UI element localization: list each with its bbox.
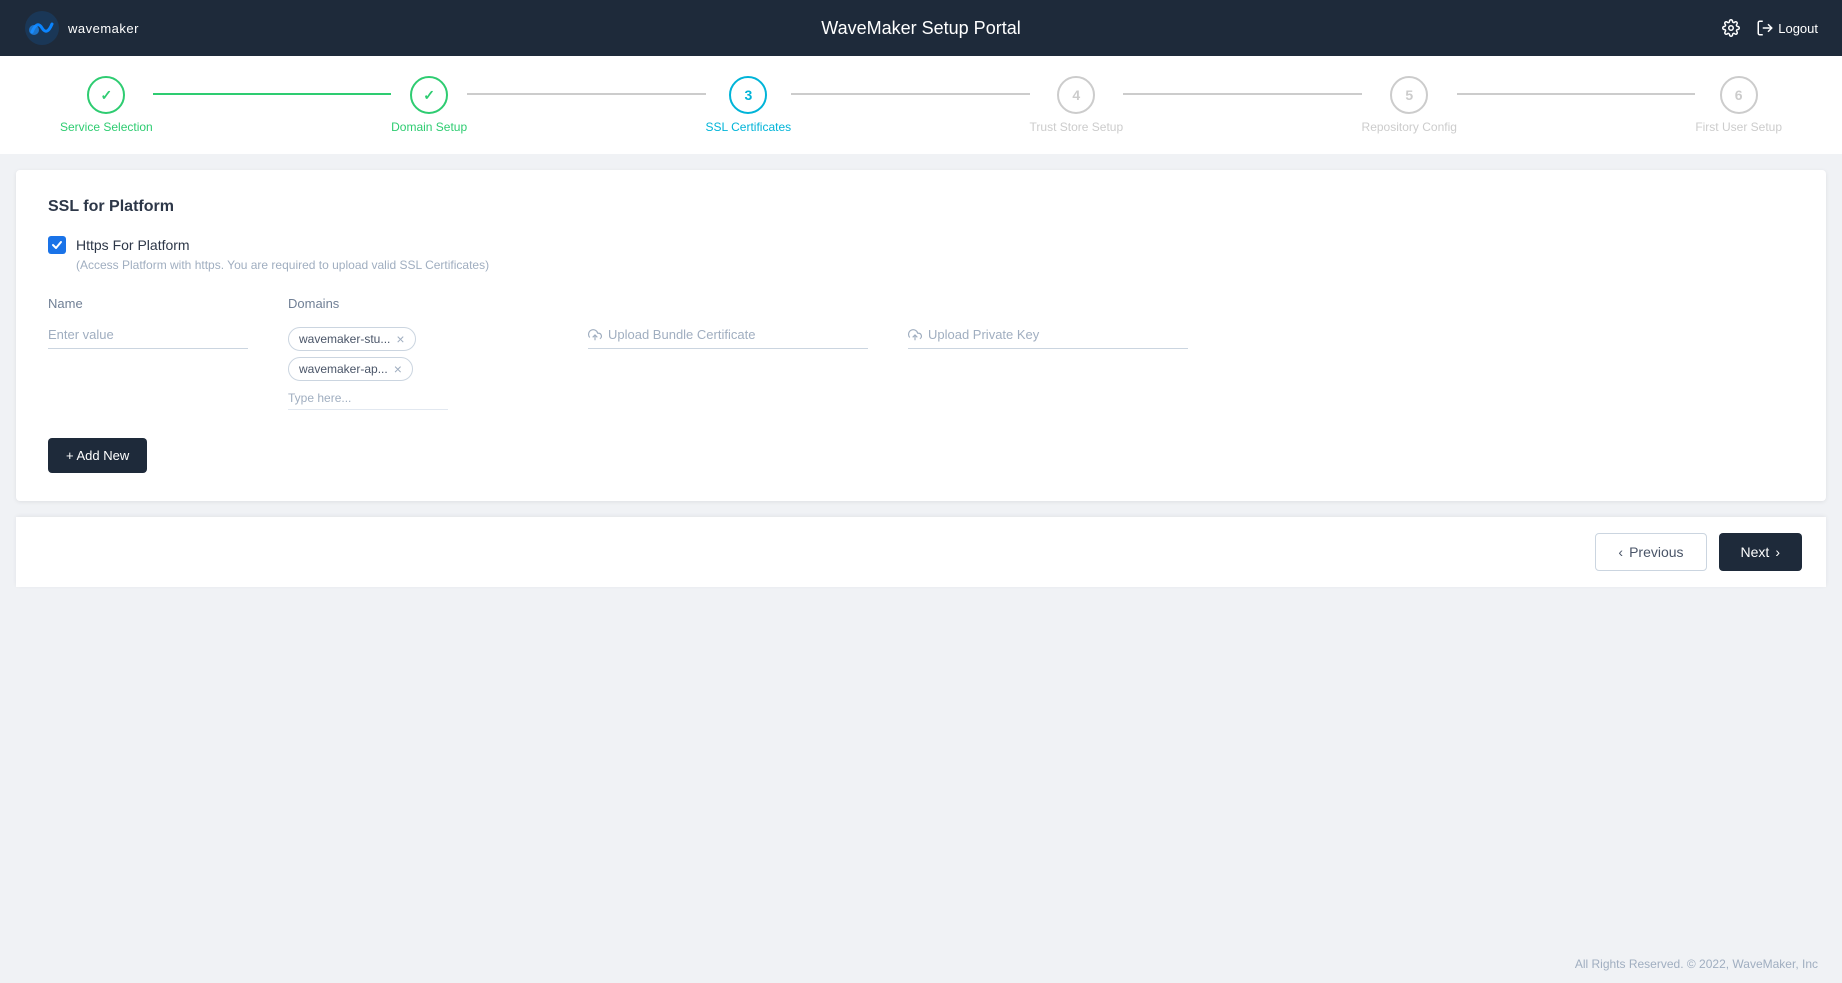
domains-column: Domains wavemaker-stu... × wavemaker-ap.… [288,296,548,410]
wavemaker-logo-icon [24,10,60,46]
step-6-circle: 6 [1720,76,1758,114]
domain-tag-1-value: wavemaker-stu... [299,332,390,346]
ssl-card: SSL for Platform Https For Platform (Acc… [16,170,1826,501]
domain-type-input[interactable] [288,387,448,410]
checkmark-icon [51,239,63,251]
logout-label: Logout [1778,21,1818,36]
upload-private-column: Upload Private Key [908,296,1188,349]
footer-text: All Rights Reserved. © 2022, WaveMaker, … [1575,957,1818,971]
name-input[interactable] [48,321,248,349]
step-6-label: First User Setup [1695,120,1782,134]
step-trust-store[interactable]: 4 Trust Store Setup [1030,76,1124,134]
upload-bundle-button[interactable]: Upload Bundle Certificate [588,321,868,349]
domain-tag-1-remove[interactable]: × [396,332,404,346]
step-4-circle: 4 [1057,76,1095,114]
name-column: Name [48,296,248,349]
step-first-user-setup[interactable]: 6 First User Setup [1695,76,1782,134]
step-4-label: Trust Store Setup [1030,120,1124,134]
step-1-label: Service Selection [60,120,153,134]
upload-bundle-header [588,296,868,311]
upload-bundle-label: Upload Bundle Certificate [608,327,755,342]
step-5-circle: 5 [1390,76,1428,114]
https-checkbox[interactable] [48,236,66,254]
step-ssl-certificates[interactable]: 3 SSL Certificates [706,76,792,134]
add-new-button[interactable]: + Add New [48,438,147,473]
logo-text: wavemaker [68,21,139,36]
card-title: SSL for Platform [48,198,1794,216]
gear-icon [1722,19,1740,37]
https-row: Https For Platform [48,236,1794,254]
previous-button[interactable]: ‹ Previous [1595,533,1706,571]
nav-footer: ‹ Previous Next › [16,517,1826,587]
https-hint: (Access Platform with https. You are req… [76,258,1794,272]
upload-bundle-column: Upload Bundle Certificate [588,296,868,349]
connector-2-3 [467,93,705,95]
header-title: WaveMaker Setup Portal [821,18,1020,39]
domain-tag-2-remove[interactable]: × [394,362,402,376]
name-header: Name [48,296,248,311]
step-3-label: SSL Certificates [706,120,792,134]
connector-5-6 [1457,93,1695,95]
header: wavemaker WaveMaker Setup Portal Logout [0,0,1842,56]
connector-3-4 [791,93,1029,95]
step-service-selection[interactable]: ✓ Service Selection [60,76,153,134]
step-domain-setup[interactable]: ✓ Domain Setup [391,76,467,134]
domain-tag-2-value: wavemaker-ap... [299,362,388,376]
upload-private-label: Upload Private Key [928,327,1039,342]
upload-private-button[interactable]: Upload Private Key [908,321,1188,349]
domain-tag-2: wavemaker-ap... × [288,357,413,381]
settings-button[interactable] [1722,19,1740,37]
step-3-circle: 3 [729,76,767,114]
page-footer: All Rights Reserved. © 2022, WaveMaker, … [1551,945,1842,983]
chevron-left-icon: ‹ [1618,544,1623,560]
chevron-right-icon: › [1775,544,1780,560]
step-2-label: Domain Setup [391,120,467,134]
step-5-label: Repository Config [1362,120,1457,134]
https-label: Https For Platform [76,237,190,253]
stepper: ✓ Service Selection ✓ Domain Setup 3 SSL… [0,56,1842,154]
upload-key-icon [908,328,922,342]
upload-icon [588,328,602,342]
previous-label: Previous [1629,544,1683,560]
next-button[interactable]: Next › [1719,533,1802,571]
connector-4-5 [1123,93,1361,95]
domain-tag-1: wavemaker-stu... × [288,327,416,351]
main-content: SSL for Platform Https For Platform (Acc… [0,154,1842,587]
header-actions: Logout [1722,19,1818,37]
connector-1-2 [153,93,391,95]
ssl-form: Name Domains wavemaker-stu... × wavemake… [48,296,1794,410]
upload-private-header [908,296,1188,311]
logo: wavemaker [24,10,139,46]
step-2-circle: ✓ [410,76,448,114]
domains-header: Domains [288,296,548,311]
next-label: Next [1741,544,1770,560]
step-repository-config[interactable]: 5 Repository Config [1362,76,1457,134]
step-1-circle: ✓ [87,76,125,114]
logout-icon [1756,19,1774,37]
logout-button[interactable]: Logout [1756,19,1818,37]
